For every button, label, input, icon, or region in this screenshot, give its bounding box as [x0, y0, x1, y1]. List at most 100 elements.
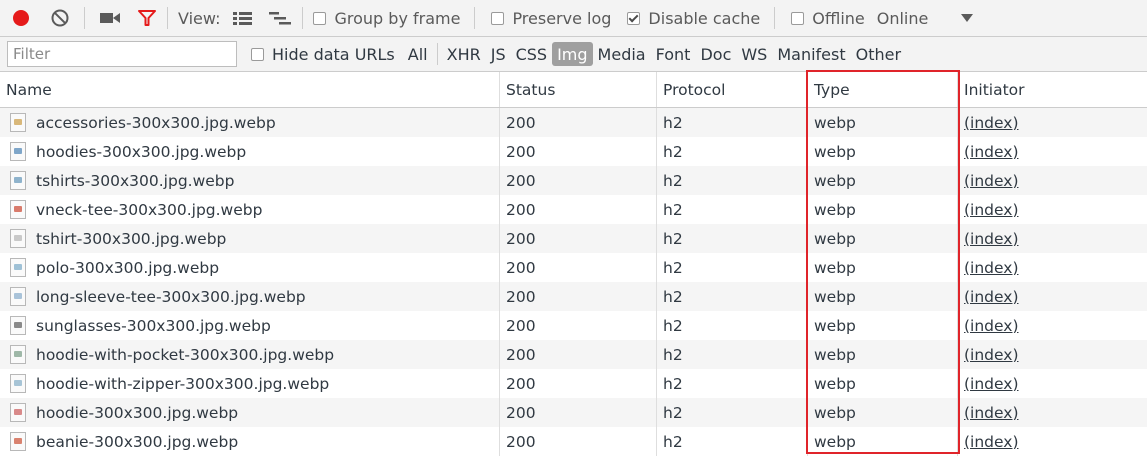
type-filter-other[interactable]: Other	[851, 42, 906, 66]
cell-protocol: h2	[657, 398, 808, 427]
initiator-link[interactable]: (index)	[964, 114, 1019, 132]
type-filter-xhr[interactable]: XHR	[442, 42, 486, 66]
checkbox-box[interactable]	[791, 11, 805, 25]
table-row[interactable]: hoodies-300x300.jpg.webp 200 h2 webp (index)	[0, 137, 1147, 166]
cell-name: hoodies-300x300.jpg.webp	[0, 137, 500, 166]
type-filter-font[interactable]: Font	[651, 42, 696, 66]
cell-status: 200	[500, 282, 657, 311]
cell-initiator: (index)	[958, 282, 1147, 311]
cell-protocol: h2	[657, 224, 808, 253]
type-filter-doc[interactable]: Doc	[695, 42, 736, 66]
cell-protocol: h2	[657, 311, 808, 340]
disable-cache-checkbox[interactable]: Disable cache	[627, 9, 760, 28]
initiator-link[interactable]: (index)	[964, 346, 1019, 364]
request-name: accessories-300x300.jpg.webp	[36, 113, 276, 132]
table-row[interactable]: polo-300x300.jpg.webp 200 h2 webp (index)	[0, 253, 1147, 282]
filter-divider	[436, 43, 438, 65]
table-row[interactable]: accessories-300x300.jpg.webp 200 h2 webp (in…	[0, 108, 1147, 137]
table-row[interactable]: long-sleeve-tee-300x300.jpg.webp 200 h2 web…	[0, 282, 1147, 311]
waterfall-view-button[interactable]	[268, 6, 292, 30]
table-row[interactable]: hoodie-300x300.jpg.webp 200 h2 webp (index)	[0, 398, 1147, 427]
type-filter-ws[interactable]: WS	[736, 42, 772, 66]
cell-type: webp	[808, 137, 958, 166]
cell-status: 200	[500, 224, 657, 253]
initiator-link[interactable]: (index)	[964, 404, 1019, 422]
list-view-icon	[233, 12, 253, 25]
type-filter-media[interactable]: Media	[593, 42, 651, 66]
cell-type: webp	[808, 427, 958, 456]
toolbar-divider	[167, 7, 168, 29]
initiator-link[interactable]: (index)	[964, 143, 1019, 161]
initiator-link[interactable]: (index)	[964, 172, 1019, 190]
cell-protocol: h2	[657, 253, 808, 282]
type-filter-img[interactable]: Img	[552, 42, 593, 66]
cell-protocol: h2	[657, 340, 808, 369]
request-name: hoodie-with-zipper-300x300.jpg.webp	[36, 374, 330, 393]
column-header-protocol[interactable]: Protocol	[657, 72, 808, 107]
clear-button[interactable]	[50, 6, 70, 30]
initiator-link[interactable]: (index)	[964, 201, 1019, 219]
cell-protocol: h2	[657, 282, 808, 311]
toolbar-divider	[774, 7, 776, 29]
table-row[interactable]: tshirts-300x300.jpg.webp 200 h2 webp (index)	[0, 166, 1147, 195]
record-button[interactable]	[10, 6, 32, 30]
table-row[interactable]: beanie-300x300.jpg.webp 200 h2 webp (index)	[0, 427, 1147, 456]
table-row[interactable]: hoodie-with-zipper-300x300.jpg.webp 200 h2…	[0, 369, 1147, 398]
throttling-value: Online	[876, 8, 929, 28]
cell-initiator: (index)	[958, 224, 1147, 253]
cell-protocol: h2	[657, 369, 808, 398]
cell-initiator: (index)	[958, 398, 1147, 427]
column-header-name[interactable]: Name	[0, 72, 500, 107]
filter-input[interactable]	[7, 41, 237, 67]
toolbar-divider	[302, 7, 304, 29]
initiator-link[interactable]: (index)	[964, 230, 1019, 248]
checkbox-box[interactable]	[491, 11, 505, 25]
column-header-status[interactable]: Status	[500, 72, 657, 107]
type-filter-manifest[interactable]: Manifest	[772, 42, 850, 66]
waterfall-icon	[269, 12, 292, 25]
cell-status: 200	[500, 311, 657, 340]
throttling-select[interactable]: Online	[877, 9, 975, 28]
table-row[interactable]: vneck-tee-300x300.jpg.webp 200 h2 webp (inde…	[0, 195, 1147, 224]
checkbox-box-checked[interactable]	[627, 11, 641, 25]
column-header-initiator[interactable]: Initiator	[958, 72, 1147, 107]
table-row[interactable]: sunglasses-300x300.jpg.webp 200 h2 webp (ind…	[0, 311, 1147, 340]
cell-status: 200	[500, 195, 657, 224]
filter-funnel-icon	[138, 10, 156, 26]
cell-name: polo-300x300.jpg.webp	[0, 253, 500, 282]
type-filter-js[interactable]: JS	[486, 42, 511, 66]
type-filter-all[interactable]: All	[403, 42, 433, 66]
hide-data-urls-checkbox[interactable]: Hide data URLs	[251, 45, 395, 64]
table-row[interactable]: tshirt-300x300.jpg.webp 200 h2 webp (index)	[0, 224, 1147, 253]
initiator-link[interactable]: (index)	[964, 375, 1019, 393]
large-rows-view-button[interactable]	[232, 6, 254, 30]
table-row[interactable]: hoodie-with-pocket-300x300.jpg.webp 200 h2…	[0, 340, 1147, 369]
group-by-frame-checkbox[interactable]: Group by frame	[313, 9, 460, 28]
preserve-log-checkbox[interactable]: Preserve log	[491, 9, 611, 28]
cell-initiator: (index)	[958, 108, 1147, 137]
table-header: Name Status Protocol Type Initiator	[0, 72, 1147, 108]
initiator-link[interactable]: (index)	[964, 259, 1019, 277]
type-filter-css[interactable]: CSS	[511, 42, 552, 66]
offline-checkbox[interactable]: Offline	[791, 9, 865, 28]
filter-toggle-button[interactable]	[137, 6, 157, 30]
cell-status: 200	[500, 137, 657, 166]
cell-name: beanie-300x300.jpg.webp	[0, 427, 500, 456]
checkbox-box[interactable]	[313, 11, 327, 25]
capture-screenshots-button[interactable]	[99, 6, 121, 30]
cell-initiator: (index)	[958, 311, 1147, 340]
disable-cache-label: Disable cache	[648, 8, 761, 28]
cell-initiator: (index)	[958, 369, 1147, 398]
checkbox-box[interactable]	[251, 47, 264, 61]
cell-type: webp	[808, 253, 958, 282]
image-file-icon	[10, 142, 26, 161]
initiator-link[interactable]: (index)	[964, 288, 1019, 306]
image-file-icon	[10, 316, 26, 335]
toolbar-divider	[84, 7, 85, 29]
cell-initiator: (index)	[958, 166, 1147, 195]
initiator-link[interactable]: (index)	[964, 433, 1019, 451]
column-header-type[interactable]: Type	[808, 72, 958, 107]
initiator-link[interactable]: (index)	[964, 317, 1019, 335]
request-name: sunglasses-300x300.jpg.webp	[36, 316, 271, 335]
image-file-icon	[10, 345, 26, 364]
